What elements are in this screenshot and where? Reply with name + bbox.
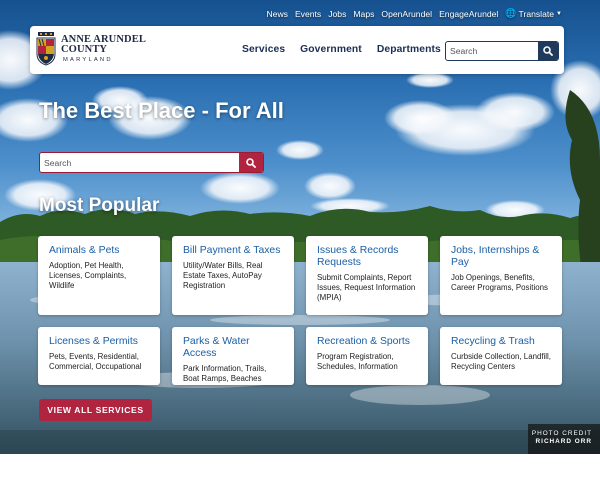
hero-title: The Best Place - For All (39, 98, 284, 123)
caret-down-icon: ▼ (556, 10, 562, 17)
card-title: Parks & Water Access (183, 336, 250, 359)
card-description: Job Openings, Benefits, Career Programs,… (451, 273, 548, 292)
nav-government[interactable]: Government (300, 44, 362, 55)
service-card-jobs-internships[interactable]: Jobs, Internships & Pay Job Openings, Be… (440, 236, 562, 315)
service-card-animals-pets[interactable]: Animals & Pets Adoption, Pet Health, Lic… (38, 236, 160, 315)
hero-background: News Events Jobs Maps OpenArundel Engage… (0, 0, 600, 454)
card-title: Bill Payment & Taxes (183, 245, 281, 256)
county-logo[interactable]: ANNE ARUNDEL COUNTY MARYLAND (36, 32, 146, 66)
hero-search-button[interactable] (239, 153, 263, 172)
hero-search-input[interactable] (40, 153, 239, 172)
utility-link-openarundel[interactable]: OpenArundel (381, 9, 432, 19)
header-search-button[interactable] (538, 42, 558, 60)
most-popular-heading: Most Popular (39, 195, 160, 216)
card-title: Animals & Pets (49, 245, 120, 256)
card-description: Program Registration, Schedules, Informa… (317, 352, 398, 371)
photo-credit-label: PHOTO CREDIT (531, 430, 592, 437)
hero-search (39, 152, 264, 173)
photo-credit: PHOTO CREDIT RICHARD ORR (528, 424, 600, 454)
service-card-licenses-permits[interactable]: Licenses & Permits Pets, Events, Residen… (38, 327, 160, 385)
service-card-recreation-sports[interactable]: Recreation & Sports Program Registration… (306, 327, 428, 385)
popular-services-grid: Animals & Pets Adoption, Pet Health, Lic… (38, 236, 562, 385)
card-title: Recycling & Trash (451, 336, 535, 347)
logo-text-line3: MARYLAND (63, 56, 113, 63)
photo-credit-name: RICHARD ORR (535, 438, 592, 445)
county-seal-icon (36, 32, 56, 66)
card-title: Jobs, Internships & Pay (451, 245, 540, 268)
card-description: Pets, Events, Residential, Commercial, O… (49, 352, 142, 371)
nav-services[interactable]: Services (242, 44, 285, 55)
nav-departments[interactable]: Departments (377, 44, 441, 55)
utility-nav: News Events Jobs Maps OpenArundel Engage… (266, 8, 562, 19)
utility-link-engagearundel[interactable]: EngageArundel (439, 9, 498, 19)
utility-link-events[interactable]: Events (295, 9, 321, 19)
view-all-services-button[interactable]: VIEW ALL SERVICES (39, 399, 152, 421)
service-card-recycling-trash[interactable]: Recycling & Trash Curbside Collection, L… (440, 327, 562, 385)
logo-text-line2: COUNTY (61, 44, 108, 56)
service-card-parks-water[interactable]: Parks & Water Access Park Information, T… (172, 327, 294, 385)
search-icon (543, 46, 553, 56)
utility-link-news[interactable]: News (266, 9, 288, 19)
service-card-issues-records[interactable]: Issues & Records Requests Submit Complai… (306, 236, 428, 315)
card-description: Submit Complaints, Report Issues, Reques… (317, 273, 416, 302)
card-description: Adoption, Pet Health, Licenses, Complain… (49, 261, 127, 290)
utility-link-jobs[interactable]: Jobs (328, 9, 346, 19)
header-search-input[interactable] (446, 42, 538, 60)
service-card-bill-payment-taxes[interactable]: Bill Payment & Taxes Utility/Water Bills… (172, 236, 294, 315)
card-title: Recreation & Sports (317, 336, 410, 347)
card-description: Curbside Collection, Landfill, Recycling… (451, 352, 552, 371)
utility-link-maps[interactable]: Maps (353, 9, 374, 19)
globe-icon: 🌐 (505, 8, 517, 18)
card-description: Utility/Water Bills, Real Estate Taxes, … (183, 261, 263, 290)
card-title: Issues & Records Requests (317, 245, 399, 268)
site-header: ANNE ARUNDEL COUNTY MARYLAND Services Go… (30, 26, 564, 74)
header-search (445, 41, 559, 61)
translate-dropdown[interactable]: 🌐 Translate ▼ (505, 8, 562, 19)
card-description: Park Information, Trails, Boat Ramps, Be… (183, 364, 267, 383)
main-nav: Services Government Departments (242, 44, 441, 55)
card-title: Licenses & Permits (49, 336, 138, 347)
translate-label: Translate (518, 8, 555, 19)
search-icon (246, 157, 256, 168)
